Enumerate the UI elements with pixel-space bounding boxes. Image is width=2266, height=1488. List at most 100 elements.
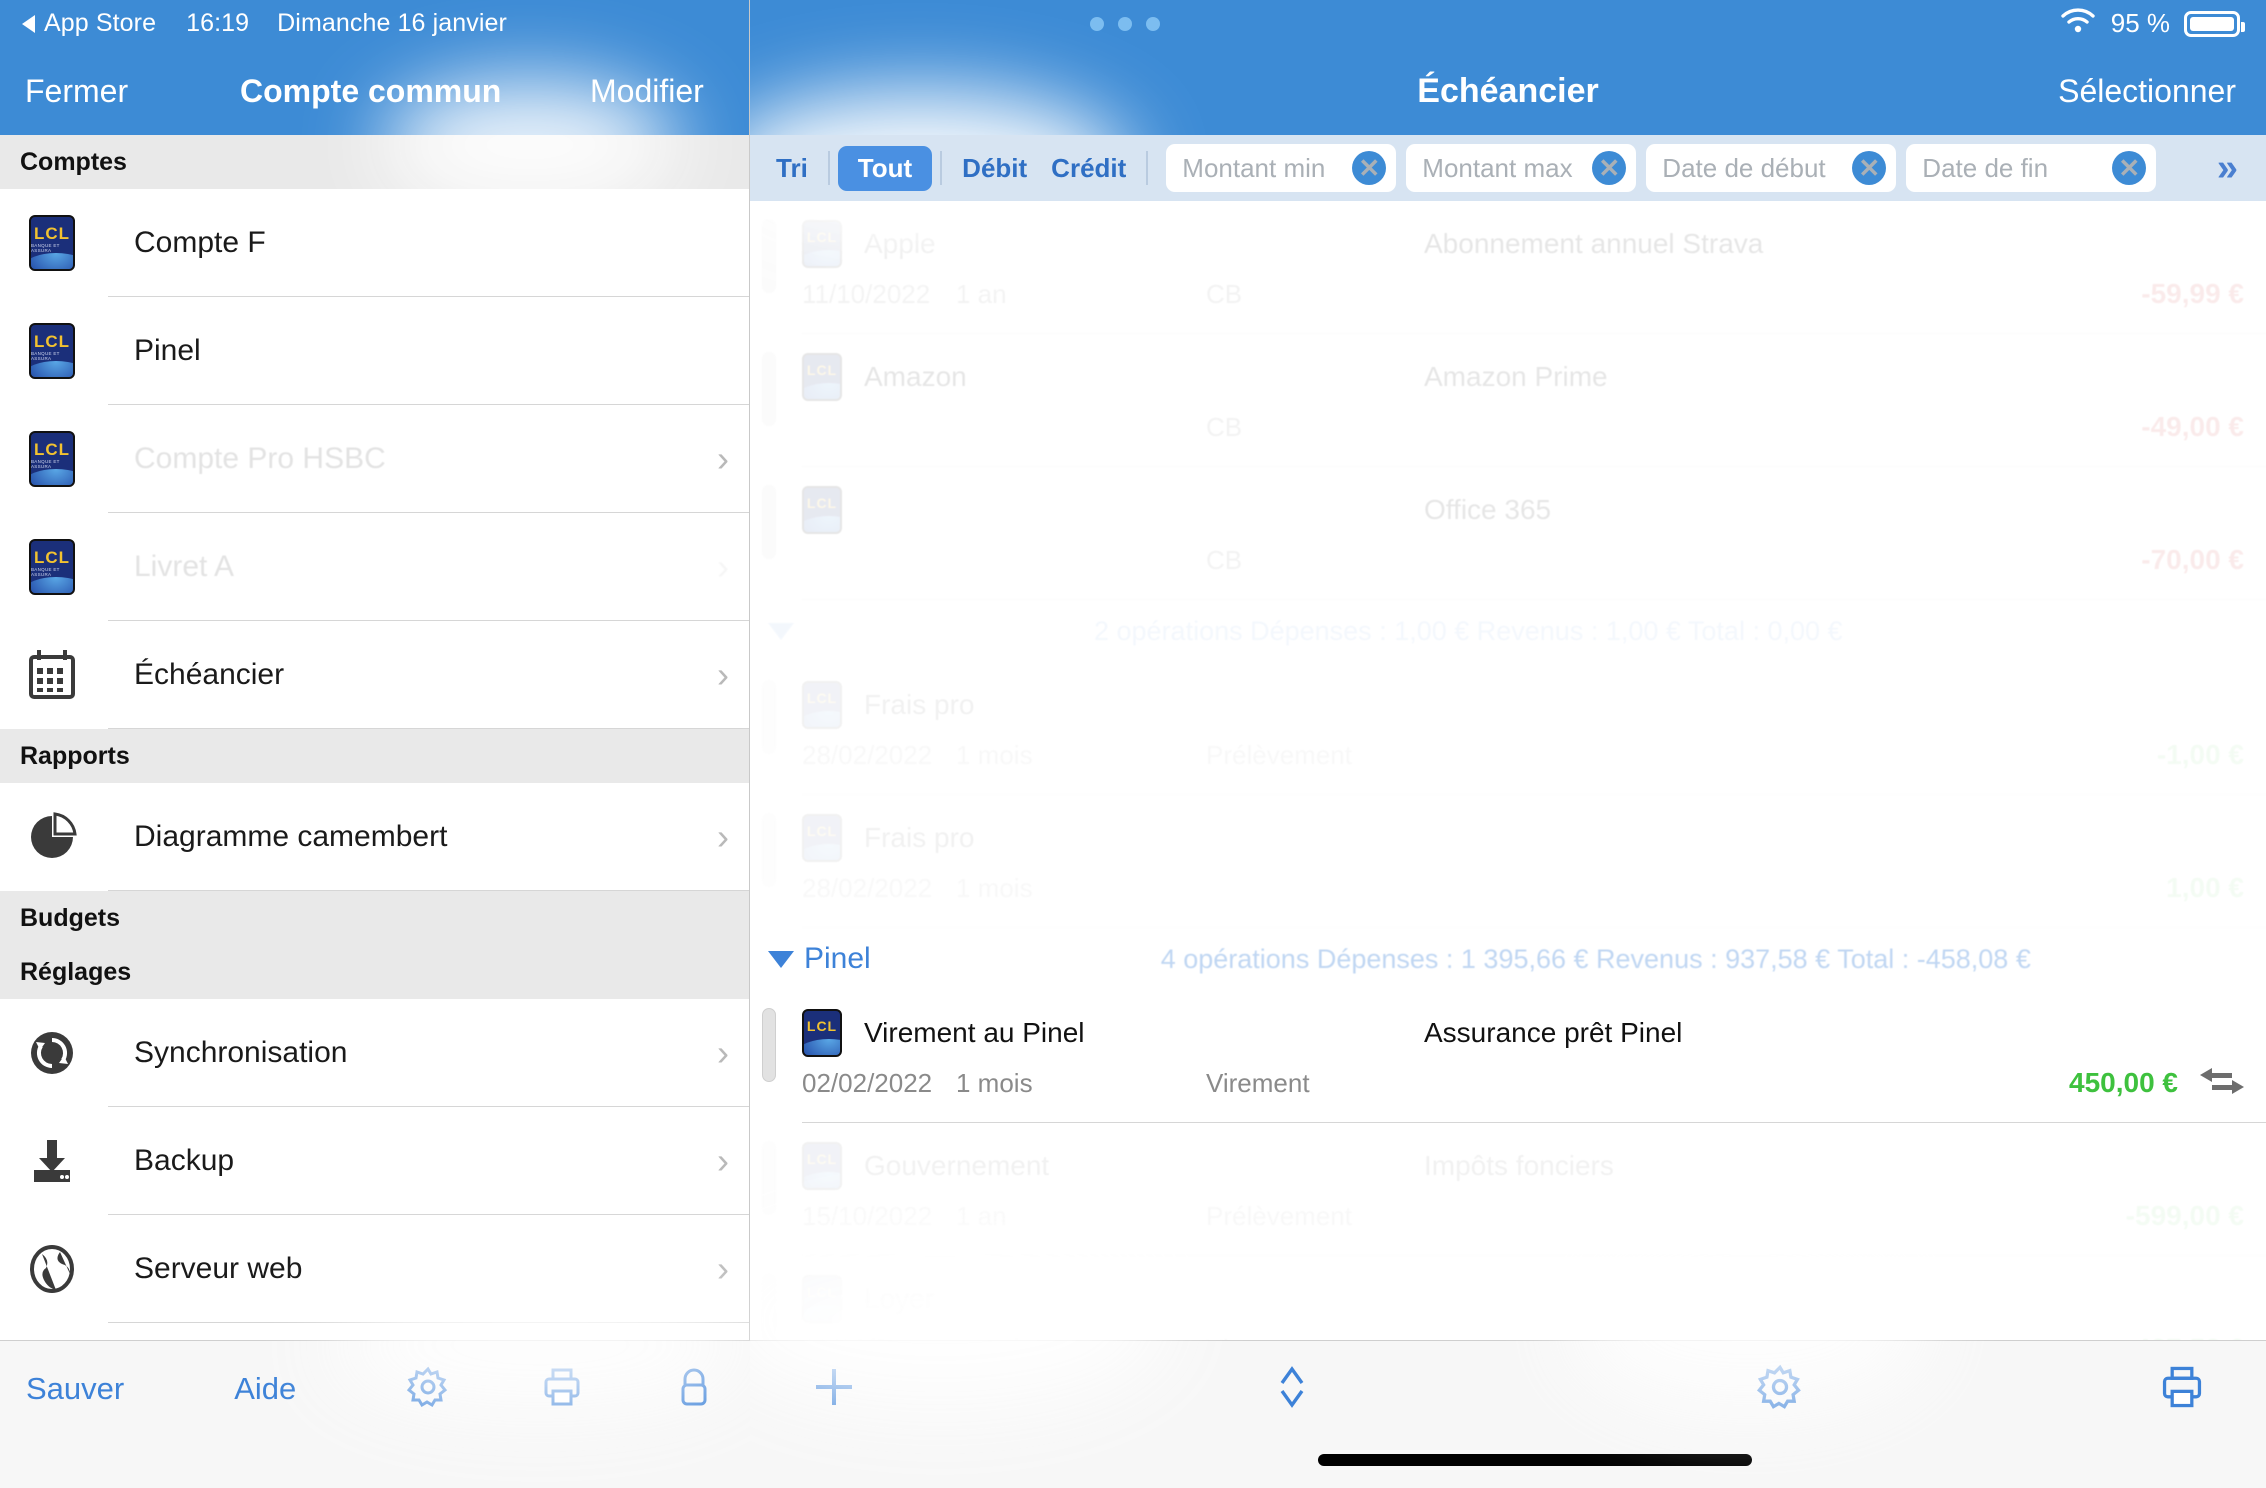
filter-debit-button[interactable]: Débit [950, 153, 1039, 184]
filter-tout-button[interactable]: Tout [837, 145, 933, 191]
table-row[interactable]: LCL Amazon Amazon Prime CB -49,00 € [750, 334, 2266, 466]
left-toolbar: Sauver Aide [0, 1340, 750, 1488]
status-time: 16:19 [186, 9, 250, 37]
group-summary: 4 opérations Dépenses : 1 395,66 € Reven… [1160, 943, 2031, 974]
tx-type: CB [1206, 278, 1243, 309]
select-button[interactable]: Sélectionner [2058, 73, 2236, 110]
sidebar-item-pinel[interactable]: LCL BANQUE ET ASSURA Pinel [0, 297, 749, 405]
sidebar-item-serveur-web[interactable]: Serveur web › [0, 1215, 749, 1323]
tx-memo: Assurance prêt Pinel [1424, 1017, 1683, 1048]
home-indicator[interactable] [1318, 1454, 1752, 1466]
drag-handle[interactable] [762, 1008, 776, 1082]
save-button[interactable]: Sauver [26, 1371, 124, 1407]
table-row[interactable]: LCL Office 365 CB -70,00 € [750, 467, 2266, 599]
tx-amount: 1,00 € [2166, 872, 2244, 903]
clear-circle-icon[interactable]: ✕ [1352, 151, 1387, 185]
tx-amount: -49,00 € [2141, 411, 2244, 442]
right-toolbar [750, 1340, 2266, 1488]
sync-icon [26, 1024, 78, 1082]
plus-icon[interactable] [810, 1363, 858, 1416]
tx-amount: 450,00 € [2069, 1067, 2178, 1098]
tx-payee: Frais pro [864, 689, 975, 720]
table-row[interactable]: LCL Apple Abonnement annuel Strava 11/10… [750, 201, 2266, 333]
sidebar-item-label: Diagramme camembert [134, 820, 448, 853]
tx-frequency: 1 an [956, 278, 1007, 309]
section-header-budgets: Budgets [0, 891, 749, 945]
date-end-placeholder: Date de fin [1922, 152, 2049, 183]
table-row[interactable]: LCL Frais pro 28/02/2022 1 mois 1,00 € [750, 795, 2266, 927]
date-end-input[interactable]: Date de fin ✕ [1906, 144, 2157, 192]
gear-icon[interactable] [406, 1365, 450, 1414]
right-nav-bar: Échéancier Sélectionner [750, 47, 2266, 135]
divider [827, 151, 830, 185]
schedule-list: LCL Apple Abonnement annuel Strava 11/10… [750, 201, 2266, 1488]
sidebar-item-diagramme-camembert[interactable]: Diagramme camembert › [0, 783, 749, 891]
table-row[interactable]: LCL Frais pro 28/02/2022 1 mois Prélèvem… [750, 662, 2266, 794]
lock-icon[interactable] [674, 1365, 714, 1414]
help-button[interactable]: Aide [234, 1371, 296, 1407]
chevron-right-icon: › [717, 1032, 729, 1073]
sidebar-item-label: Livret A [134, 550, 235, 583]
clear-circle-icon[interactable]: ✕ [2112, 151, 2147, 185]
amount-min-input[interactable]: Montant min ✕ [1166, 144, 1397, 192]
back-to-app-store[interactable]: App Store [22, 9, 156, 38]
divider [940, 151, 943, 185]
up-down-chevrons-icon[interactable] [1268, 1359, 1316, 1420]
drag-handle[interactable] [762, 352, 776, 426]
edit-button[interactable]: Modifier [590, 73, 704, 110]
tx-date: 11/10/2022 [802, 278, 931, 309]
date-start-input[interactable]: Date de début ✕ [1646, 144, 1897, 192]
table-row[interactable]: LCL Virement au Pinel Assurance prêt Pin… [750, 990, 2266, 1122]
clear-circle-icon[interactable]: ✕ [1592, 151, 1627, 185]
tx-frequency: 1 mois [956, 1067, 1033, 1098]
globe-icon [26, 1240, 78, 1298]
printer-icon[interactable] [540, 1365, 584, 1414]
tx-memo: Office 365 [1424, 494, 1552, 525]
filter-toolbar: Tri Tout Débit Crédit Montant min ✕ Mont… [750, 135, 2266, 201]
ghost-group-2: 2 opérations Dépenses : 1,00 € Revenus :… [750, 600, 2266, 928]
drag-handle[interactable] [762, 1141, 776, 1215]
amount-max-input[interactable]: Montant max ✕ [1406, 144, 1637, 192]
right-status-bar: 95 % [750, 0, 2266, 47]
tx-memo: Amazon Prime [1424, 361, 1608, 392]
group-header-pinel[interactable]: Pinel 4 opérations Dépenses : 1 395,66 €… [750, 928, 2266, 990]
sidebar-item-echeancier[interactable]: Échéancier › [0, 621, 749, 729]
gear-icon[interactable] [1756, 1363, 1804, 1416]
printer-icon[interactable] [2158, 1363, 2206, 1416]
drag-handle[interactable] [762, 813, 776, 887]
sidebar-item-synchronisation[interactable]: Synchronisation › [0, 999, 749, 1107]
tx-memo: Impôts fonciers [1424, 1150, 1614, 1181]
clear-circle-icon[interactable]: ✕ [1852, 151, 1887, 185]
disclosure-triangle-icon[interactable] [768, 950, 794, 968]
close-button[interactable]: Fermer [25, 73, 128, 110]
double-chevron-right-icon[interactable]: » [2217, 147, 2252, 190]
sidebar-item-compte-f[interactable]: LCL BANQUE ET ASSURA Compte F [0, 189, 749, 297]
tx-amount: -59,99 € [2141, 278, 2244, 309]
sidebar-item-backup[interactable]: Backup › [0, 1107, 749, 1215]
sidebar-item-label: Compte Pro HSBC [134, 442, 386, 475]
drag-handle[interactable] [762, 219, 776, 293]
lcl-bank-icon: LCL BANQUE ET ASSURA [26, 322, 78, 380]
amount-min-placeholder: Montant min [1182, 152, 1326, 183]
tx-type: Prélèvement [1206, 1200, 1352, 1231]
sidebar-item-livret-a[interactable]: LCL BANQUE ET ASSURA Livret A › [0, 513, 749, 621]
disclosure-triangle-icon[interactable] [768, 622, 794, 640]
sidebar-item-label: Pinel [134, 334, 201, 367]
triangle-left-icon [22, 14, 35, 33]
divider [802, 466, 2266, 467]
divider [802, 333, 2266, 334]
chevron-right-icon: › [717, 816, 729, 857]
drag-handle[interactable] [762, 485, 776, 559]
filter-credit-button[interactable]: Crédit [1039, 153, 1138, 184]
sort-button[interactable]: Tri [764, 153, 820, 184]
table-row[interactable]: LCL Gouvernement Impôts fonciers 15/10/2… [750, 1123, 2266, 1255]
group-name: Pinel [804, 942, 871, 975]
left-page-title: Compte commun [240, 72, 502, 109]
drag-handle[interactable] [762, 1274, 776, 1348]
tx-payee: Virement au Pinel [864, 1017, 1085, 1048]
sidebar-item-compte-pro-hsbc[interactable]: LCL BANQUE ET ASSURA Compte Pro HSBC › [0, 405, 749, 513]
divider [1146, 151, 1149, 185]
drag-handle[interactable] [762, 680, 776, 754]
sidebar-item-label: Échéancier [134, 658, 285, 691]
multitasking-dots-icon[interactable] [1090, 16, 1160, 31]
